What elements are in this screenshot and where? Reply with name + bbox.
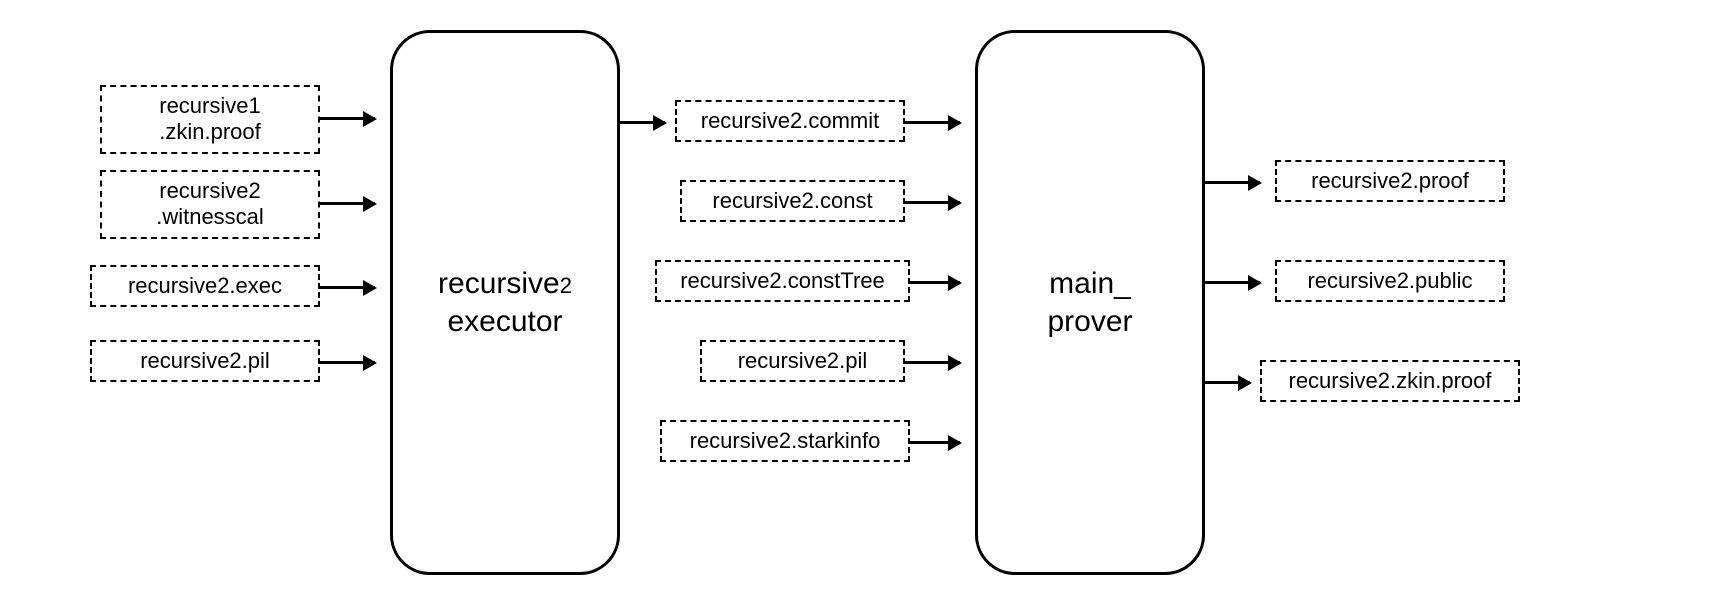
arrow-icon: [905, 361, 960, 364]
arrow-icon: [320, 202, 375, 205]
file-recursive2-pil-left: recursive2.pil: [90, 340, 320, 382]
file-label: recursive1: [159, 93, 260, 119]
file-recursive2-consttree: recursive2.constTree: [655, 260, 910, 302]
file-recursive2-pil-middle: recursive2.pil: [700, 340, 905, 382]
file-recursive2-zkin-proof: recursive2.zkin.proof: [1260, 360, 1520, 402]
prover-label-word1: main_: [1049, 265, 1131, 303]
file-label: recursive2.commit: [701, 108, 879, 134]
executor-label-word2: executor: [447, 303, 562, 341]
file-recursive2-public: recursive2.public: [1275, 260, 1505, 302]
executor-label-word1: recursive: [438, 267, 560, 300]
arrow-icon: [1205, 381, 1250, 384]
executor-label-sub: 2: [560, 273, 572, 298]
file-label: recursive2.constTree: [680, 268, 885, 294]
file-label: .witnesscal: [156, 204, 264, 230]
file-recursive2-const: recursive2.const: [680, 180, 905, 222]
arrow-icon: [320, 286, 375, 289]
arrow-icon: [1205, 181, 1260, 184]
arrow-icon: [620, 121, 665, 124]
file-label: recursive2.const: [712, 188, 872, 214]
arrow-icon: [905, 121, 960, 124]
arrow-icon: [905, 201, 960, 204]
arrow-icon: [320, 117, 375, 120]
file-recursive2-exec: recursive2.exec: [90, 265, 320, 307]
executor-process-box: recursive2 executor: [390, 30, 620, 575]
file-recursive1-zkin-proof: recursive1 .zkin.proof: [100, 85, 320, 154]
file-recursive2-starkinfo: recursive2.starkinfo: [660, 420, 910, 462]
arrow-icon: [320, 361, 375, 364]
prover-label-word2: prover: [1047, 303, 1132, 341]
file-recursive2-witnesscal: recursive2 .witnesscal: [100, 170, 320, 239]
file-label: recursive2.starkinfo: [690, 428, 881, 454]
arrow-icon: [910, 281, 960, 284]
arrow-icon: [1205, 281, 1260, 284]
file-label: recursive2.proof: [1311, 168, 1469, 194]
file-recursive2-commit: recursive2.commit: [675, 100, 905, 142]
process-label: recursive2: [438, 265, 572, 303]
file-label: recursive2.exec: [128, 273, 282, 299]
file-recursive2-proof: recursive2.proof: [1275, 160, 1505, 202]
prover-process-box: main_ prover: [975, 30, 1205, 575]
file-label: recursive2: [159, 178, 260, 204]
arrow-icon: [910, 441, 960, 444]
file-label: recursive2.pil: [738, 348, 868, 374]
file-label: recursive2.public: [1307, 268, 1472, 294]
file-label: .zkin.proof: [159, 119, 261, 145]
file-label: recursive2.pil: [140, 348, 270, 374]
file-label: recursive2.zkin.proof: [1289, 368, 1492, 394]
